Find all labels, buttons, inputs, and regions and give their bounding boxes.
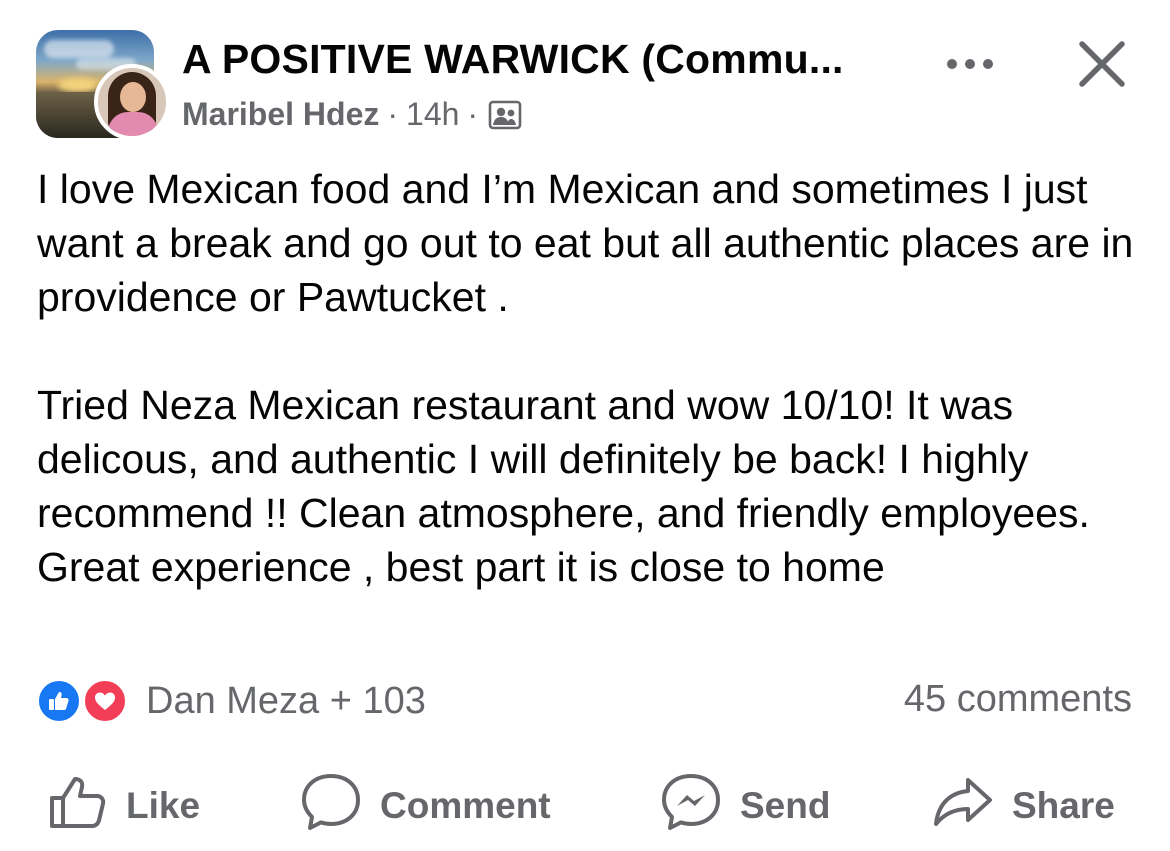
post-paragraph: I love Mexican food and I’m Mexican and …	[37, 166, 1134, 320]
reactions-summary[interactable]: Dan Meza + 103	[36, 676, 426, 726]
close-icon	[1079, 41, 1125, 87]
reactors-text: Dan Meza + 103	[146, 679, 426, 722]
comment-label: Comment	[380, 785, 551, 826]
post-paragraph: Tried Neza Mexican restaurant and wow 10…	[37, 382, 1090, 590]
more-options-button[interactable]	[940, 44, 1000, 84]
post-card: A POSITIVE WARWICK (Commu... Maribel Hde…	[0, 0, 1170, 851]
send-button[interactable]: Send	[660, 770, 830, 842]
like-reaction-icon	[36, 678, 82, 724]
share-arrow-icon	[932, 774, 994, 839]
user-avatar[interactable]	[94, 64, 170, 140]
share-button[interactable]: Share	[932, 770, 1115, 842]
share-label: Share	[1012, 785, 1115, 826]
post-time[interactable]: 14h	[406, 96, 459, 133]
comments-count[interactable]: 45 comments	[904, 678, 1132, 721]
close-button[interactable]	[1074, 36, 1130, 92]
group-members-icon	[488, 100, 522, 130]
meta-separator: ·	[467, 96, 479, 132]
comment-bubble-icon	[300, 772, 362, 841]
meta-separator: ·	[387, 96, 399, 132]
reaction-icons	[36, 676, 134, 726]
send-label: Send	[740, 785, 831, 826]
post-header: A POSITIVE WARWICK (Commu... Maribel Hde…	[36, 30, 1146, 140]
post-body: I love Mexican food and I’m Mexican and …	[37, 162, 1137, 594]
messenger-icon	[660, 772, 722, 841]
comment-button[interactable]: Comment	[300, 770, 551, 842]
post-meta: Maribel Hdez · 14h ·	[182, 96, 522, 133]
more-options-icon	[947, 59, 993, 69]
group-name[interactable]: A POSITIVE WARWICK (Commu...	[182, 36, 844, 83]
like-label: Like	[126, 785, 201, 826]
like-button[interactable]: Like	[48, 770, 200, 842]
action-bar: Like Comment Send Share	[0, 770, 1170, 842]
love-reaction-icon	[82, 678, 128, 724]
author-name[interactable]: Maribel Hdez	[182, 96, 379, 133]
thumbs-up-icon	[48, 774, 108, 839]
